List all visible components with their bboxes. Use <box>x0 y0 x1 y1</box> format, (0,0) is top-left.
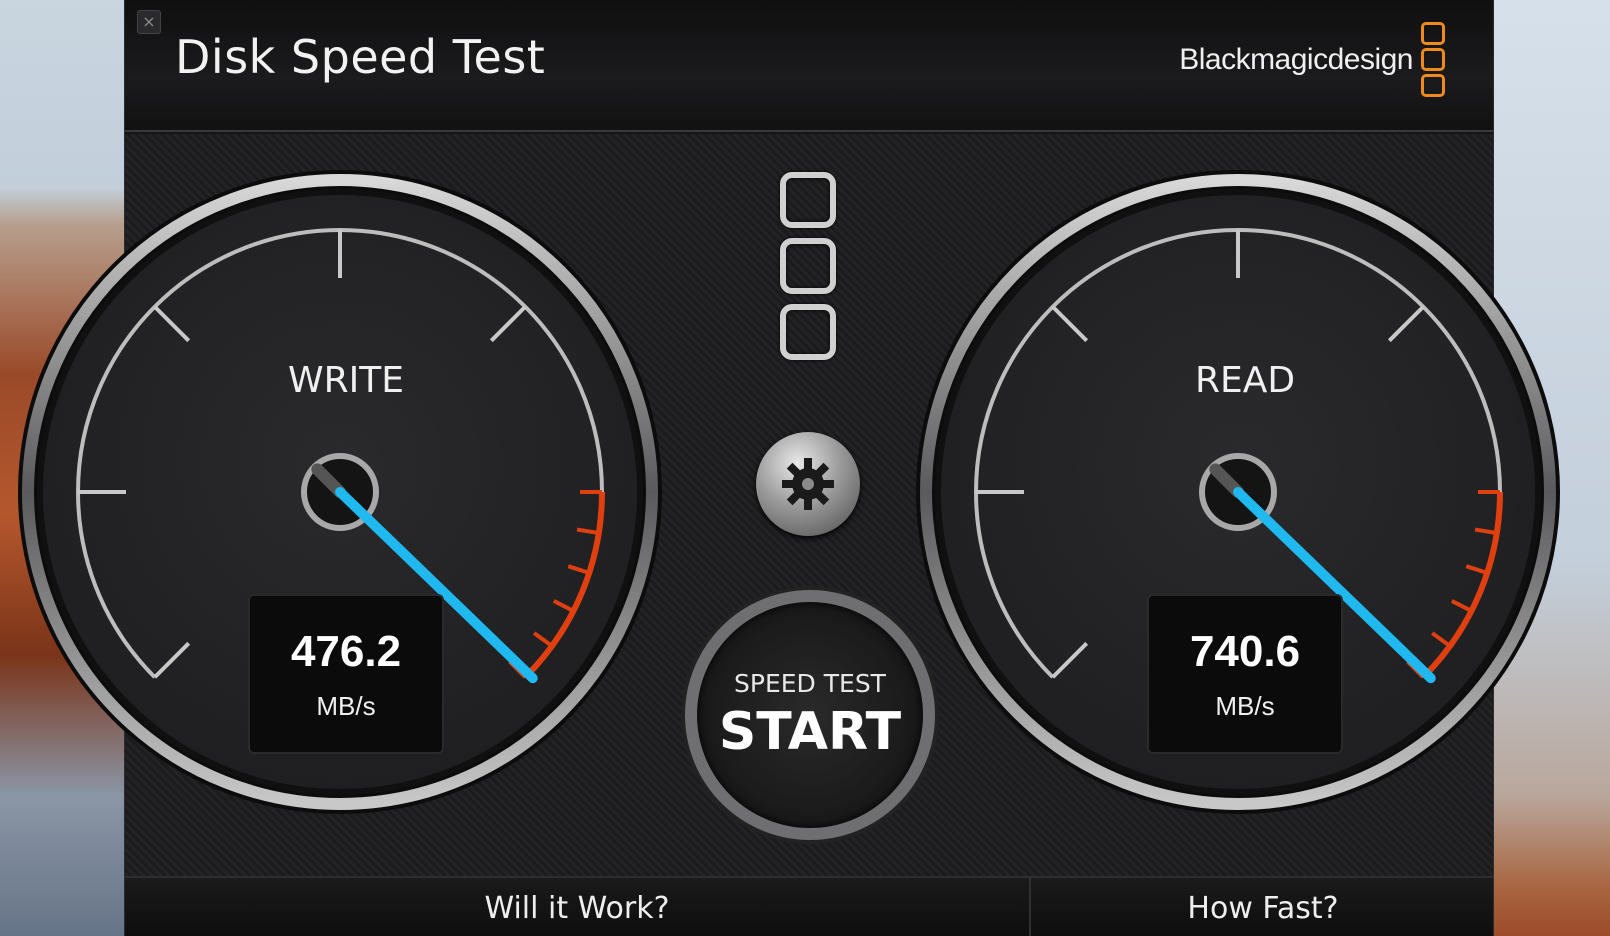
write-unit: MB/s <box>316 690 376 721</box>
read-value: 740.6 <box>1189 626 1301 676</box>
read-readout: 740.6 MB/s <box>1147 594 1343 754</box>
write-value: 476.2 <box>290 626 402 676</box>
start-button[interactable]: SPEED TEST START <box>685 590 935 840</box>
write-readout: 476.2 MB/s <box>248 594 444 754</box>
start-label: START <box>718 701 902 762</box>
blackmagic-logo-icon <box>780 172 836 360</box>
read-unit: MB/s <box>1215 690 1275 721</box>
write-label: WRITE <box>288 360 404 401</box>
read-label: READ <box>1194 360 1296 401</box>
start-subtitle: SPEED TEST <box>734 668 886 698</box>
gear-icon <box>782 458 834 510</box>
settings-button[interactable] <box>756 432 860 536</box>
